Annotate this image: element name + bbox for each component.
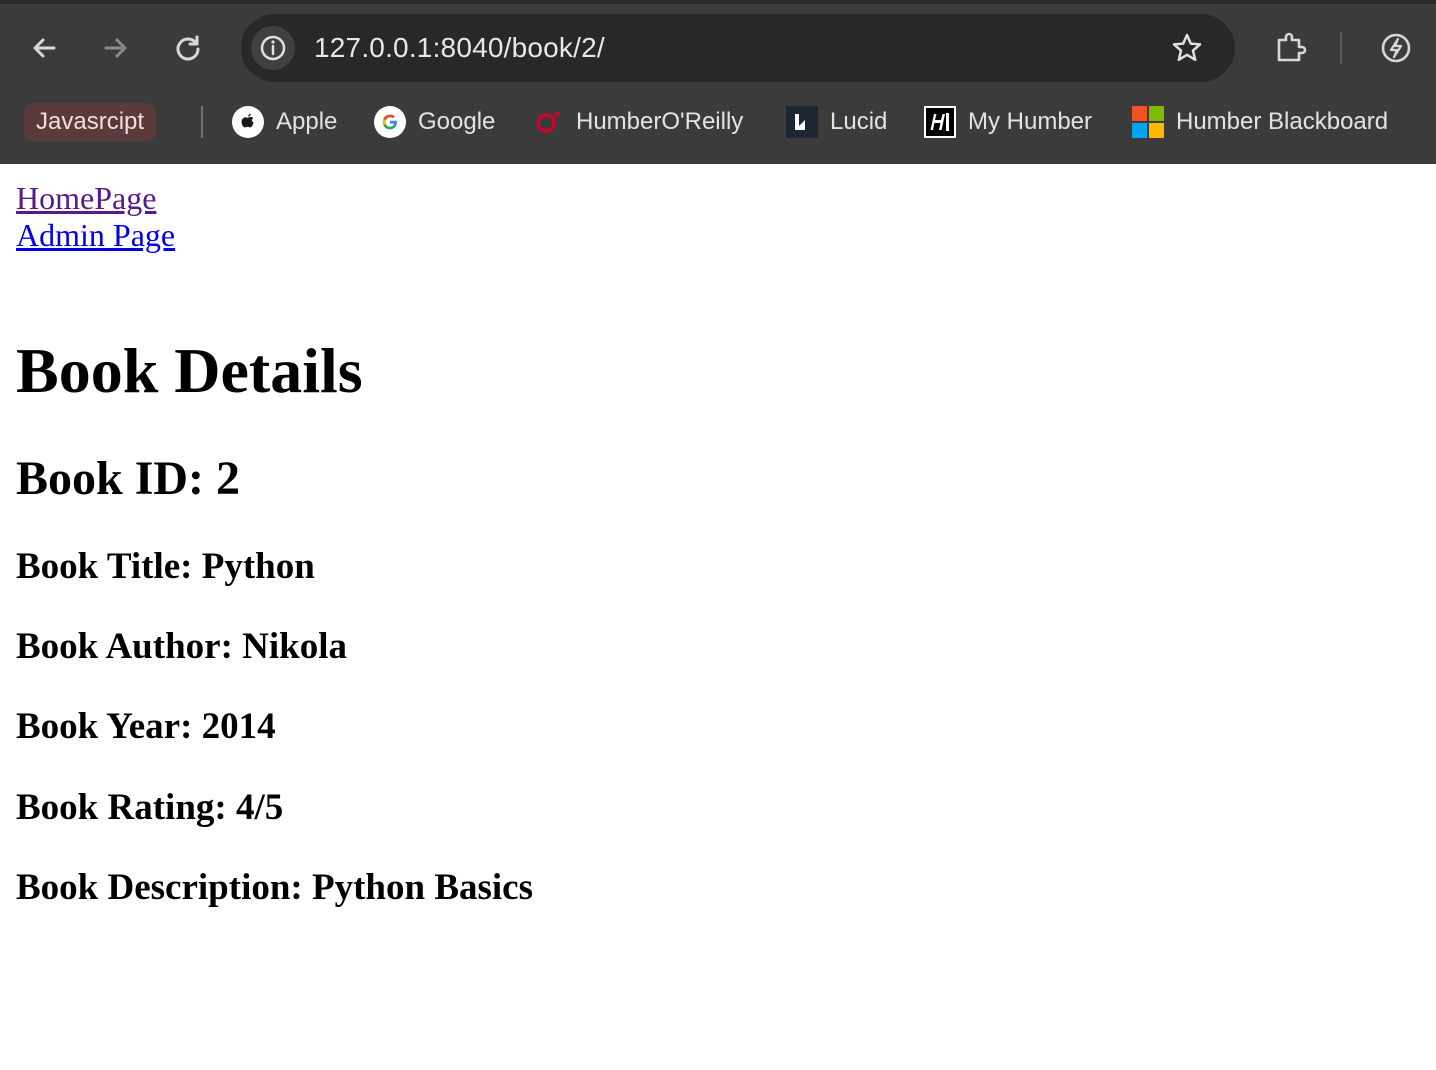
book-author: Book Author: Nikola [16, 626, 348, 667]
google-icon [374, 106, 406, 138]
site-info-icon [260, 35, 286, 61]
bookmark-google[interactable]: Google [374, 102, 495, 142]
back-arrow-icon [33, 38, 56, 58]
bookmark-star-button[interactable] [1167, 28, 1207, 68]
bookmark-apple[interactable]: Apple [232, 102, 337, 142]
address-bar[interactable]: 127.0.0.1:8040/book/2/ [241, 14, 1235, 82]
microsoft-icon [1132, 106, 1164, 138]
book-id: Book ID: 2 [16, 452, 241, 505]
bookmark-label: My Humber [968, 108, 1093, 135]
reload-icon [176, 35, 200, 61]
performance-leaf-icon [1381, 33, 1411, 63]
bookmark-label: Lucid [830, 108, 888, 135]
bookmarks-bar: Javasrcipt Apple Google HumberO'Reilly L… [0, 96, 1436, 148]
book-year: Book Year: 2014 [16, 706, 276, 747]
bookmark-humber-blackboard[interactable]: Humber Blackboard [1132, 102, 1388, 142]
extensions-button[interactable] [1268, 26, 1312, 70]
bookmark-oreilly[interactable]: HumberO'Reilly [532, 102, 743, 142]
homepage-link[interactable]: HomePage [16, 180, 175, 217]
apple-icon [232, 106, 264, 138]
forward-arrow-icon [104, 38, 127, 58]
performance-button[interactable] [1374, 26, 1418, 70]
browser-chrome: 127.0.0.1:8040/book/2/ Javasrcipt Apple … [0, 0, 1436, 164]
tab-strip-edge [0, 0, 1436, 4]
humber-icon [924, 106, 956, 138]
page-content: HomePage Admin Page Book Details Book ID… [0, 164, 1436, 1070]
book-description: Book Description: Python Basics [16, 867, 534, 908]
url-text[interactable]: 127.0.0.1:8040/book/2/ [314, 32, 605, 64]
toolbar-divider [1340, 32, 1342, 64]
bookmark-my-humber[interactable]: My Humber [924, 102, 1092, 142]
lucid-icon [786, 106, 818, 138]
oreilly-icon [532, 106, 564, 138]
nav-links: HomePage Admin Page [16, 180, 175, 254]
bookmark-label: Humber Blackboard [1176, 108, 1389, 135]
extensions-puzzle-icon [1277, 32, 1307, 62]
page-title: Book Details [16, 335, 363, 406]
forward-button[interactable] [94, 26, 138, 70]
bookmark-lucid[interactable]: Lucid [786, 102, 887, 142]
bookmark-label: HumberO'Reilly [576, 108, 744, 135]
admin-page-link[interactable]: Admin Page [16, 217, 175, 254]
book-rating: Book Rating: 4/5 [16, 787, 284, 828]
bookmark-folder-javascript[interactable]: Javasrcipt [24, 103, 157, 141]
bookmark-star-icon [1172, 33, 1202, 62]
site-info-button[interactable] [251, 26, 295, 70]
reload-button[interactable] [166, 26, 210, 70]
bookmark-label: Apple [276, 108, 338, 135]
back-button[interactable] [22, 26, 66, 70]
bookmark-separator [201, 106, 203, 138]
book-title: Book Title: Python [16, 546, 315, 587]
bookmark-label: Google [418, 108, 496, 135]
